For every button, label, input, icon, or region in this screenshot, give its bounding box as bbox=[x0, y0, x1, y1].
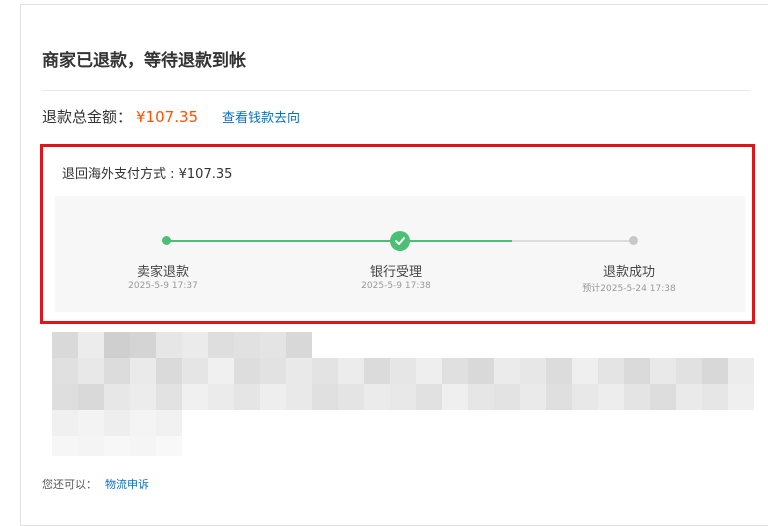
logistics-appeal-link[interactable]: 物流申诉 bbox=[105, 478, 149, 491]
progress-line-pending bbox=[512, 240, 634, 242]
divider bbox=[42, 90, 750, 91]
step-3-time: 预计2025-5-24 17:38 bbox=[582, 284, 676, 294]
progress-line-done bbox=[167, 240, 512, 242]
step-1-time: 2025-5-9 17:37 bbox=[128, 281, 198, 291]
step-2-label: 银行受理 bbox=[369, 265, 422, 280]
refund-total-label: 退款总金额： bbox=[42, 108, 133, 126]
refund-total-row: 退款总金额： ¥107.35 查看钱款去向 bbox=[42, 106, 300, 127]
page-title: 商家已退款，等待退款到帐 bbox=[42, 51, 246, 71]
step-3-label: 退款成功 bbox=[602, 265, 655, 280]
refund-progress bbox=[55, 196, 745, 312]
step-1-dot bbox=[162, 236, 171, 245]
refund-total-amount: ¥107.35 bbox=[136, 108, 199, 126]
step-2-check-icon bbox=[390, 231, 410, 251]
step-2-time: 2025-5-9 17:38 bbox=[361, 281, 431, 291]
step-1-label: 卖家退款 bbox=[136, 265, 189, 280]
money-flow-link[interactable]: 查看钱款去向 bbox=[222, 111, 300, 126]
footer-prompt: 您还可以： bbox=[42, 478, 97, 491]
overseas-refund-text: 退回海外支付方式 : ¥107.35 bbox=[62, 167, 233, 182]
redacted-content bbox=[40, 332, 754, 456]
footer-actions: 您还可以： 物流申诉 bbox=[42, 476, 149, 492]
step-3-dot bbox=[629, 236, 638, 245]
